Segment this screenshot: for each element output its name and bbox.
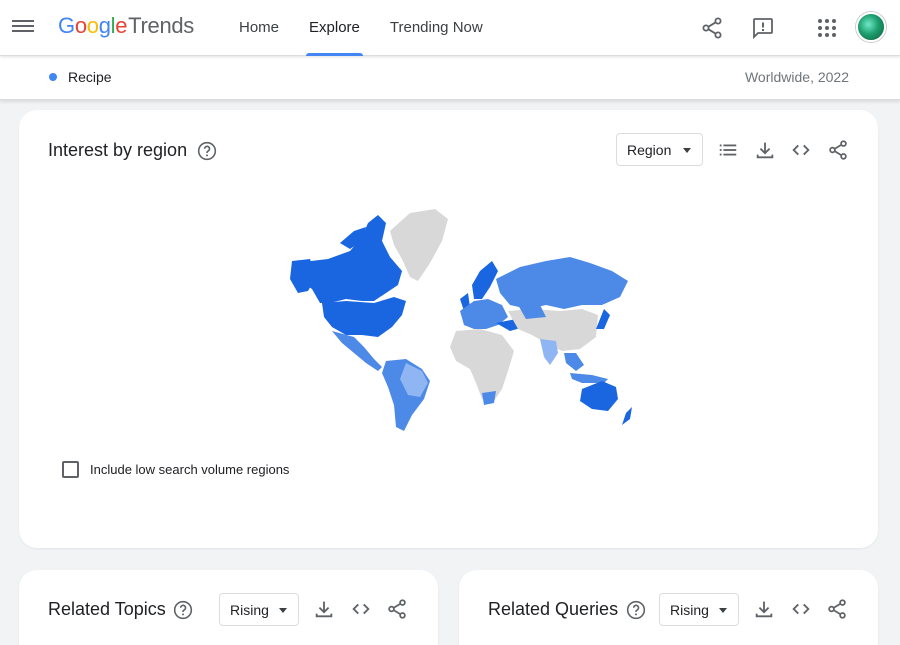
share-icon[interactable] — [700, 16, 724, 40]
nav-trending-now[interactable]: Trending Now — [387, 0, 486, 56]
search-term-label[interactable]: Recipe — [68, 69, 112, 85]
card-title: Interest by region — [48, 140, 188, 160]
google-trends-logo[interactable]: GoogleTrends — [58, 13, 194, 39]
topics-filter-label: Rising — [230, 602, 269, 618]
share-icon[interactable] — [386, 598, 408, 620]
share-icon[interactable] — [826, 598, 848, 620]
card-title: Related Queries — [488, 599, 619, 619]
low-volume-checkbox-row[interactable]: Include low search volume regions — [62, 459, 289, 479]
map-region-canada[interactable] — [294, 215, 402, 303]
interest-by-region-card: Interest by region Region Include low se… — [19, 110, 878, 548]
search-term-bar: Recipe Worldwide, 2022 — [0, 56, 900, 100]
map-region-new-zealand[interactable] — [622, 407, 632, 425]
feedback-icon[interactable] — [751, 16, 775, 40]
help-icon[interactable] — [197, 141, 217, 161]
avatar[interactable] — [856, 12, 886, 42]
map-region-southeast-asia[interactable] — [564, 353, 584, 371]
apps-grid-icon[interactable] — [815, 16, 839, 40]
share-icon[interactable] — [827, 139, 849, 161]
map-region-africa[interactable] — [450, 329, 514, 401]
map-region-japan[interactable] — [596, 309, 610, 329]
chevron-down-icon — [279, 608, 287, 613]
related-queries-card: Related Queries Rising — [459, 570, 878, 645]
nav-home[interactable]: Home — [236, 0, 282, 56]
chevron-down-icon — [719, 608, 727, 613]
map-region-scandinavia[interactable] — [472, 261, 498, 299]
help-icon[interactable] — [173, 600, 193, 620]
region-dropdown[interactable]: Region — [616, 133, 703, 166]
map-region-mexico[interactable] — [332, 331, 382, 371]
low-volume-checkbox[interactable] — [62, 460, 79, 478]
logo-product-text: Trends — [128, 13, 195, 38]
map-region-united-states[interactable] — [322, 297, 406, 337]
low-volume-checkbox-label: Include low search volume regions — [90, 461, 290, 477]
topics-filter-dropdown[interactable]: Rising — [219, 593, 299, 626]
region-dropdown-label: Region — [627, 142, 672, 158]
map-region-india[interactable] — [540, 339, 558, 365]
menu-icon[interactable] — [12, 17, 34, 37]
related-topics-card: Related Topics Rising — [19, 570, 438, 645]
logo-google-text: Google — [58, 13, 128, 38]
nav-explore[interactable]: Explore — [306, 0, 363, 56]
help-icon[interactable] — [626, 600, 646, 620]
term-color-dot — [49, 73, 57, 81]
embed-code-icon[interactable] — [790, 598, 812, 620]
queries-filter-dropdown[interactable]: Rising — [659, 593, 739, 626]
world-map[interactable] — [270, 201, 634, 431]
embed-code-icon[interactable] — [350, 598, 372, 620]
main-nav: Home Explore Trending Now — [236, 0, 510, 56]
embed-code-icon[interactable] — [790, 139, 812, 161]
map-region-south-africa[interactable] — [482, 391, 496, 405]
chevron-down-icon — [683, 148, 691, 153]
list-icon[interactable] — [717, 139, 739, 161]
top-app-bar: GoogleTrends Home Explore Trending Now — [0, 0, 900, 56]
map-region-australia[interactable] — [580, 381, 618, 411]
download-icon[interactable] — [754, 139, 776, 161]
queries-filter-label: Rising — [670, 602, 709, 618]
download-icon[interactable] — [313, 598, 335, 620]
download-icon[interactable] — [753, 598, 775, 620]
map-region-russia[interactable] — [496, 257, 628, 309]
card-title: Related Topics — [48, 599, 166, 619]
search-scope: Worldwide, 2022 — [744, 69, 849, 85]
